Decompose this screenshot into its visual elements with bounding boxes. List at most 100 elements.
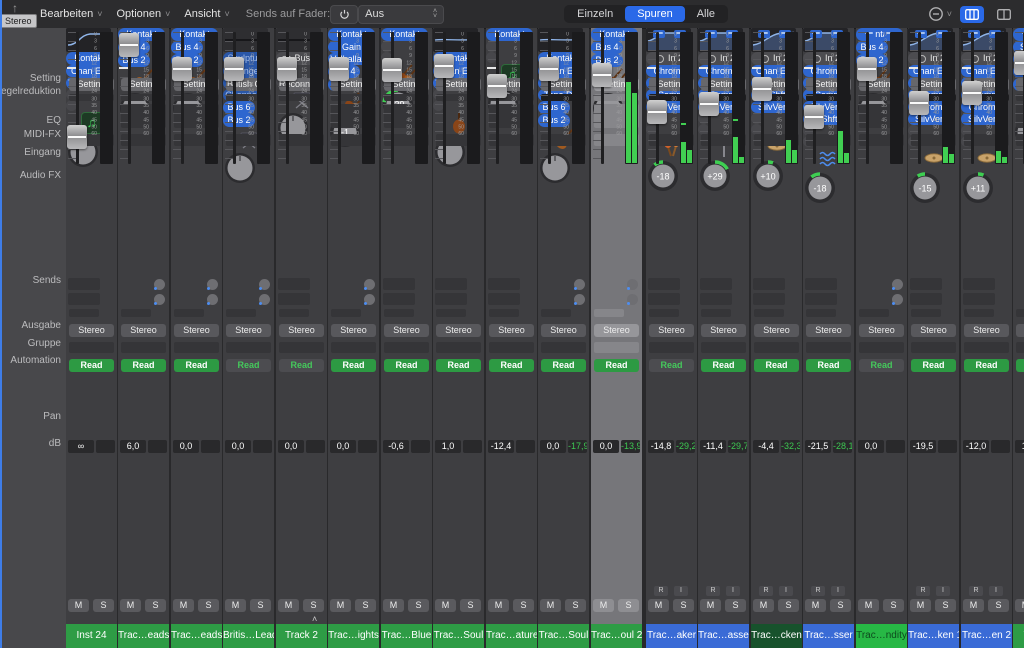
mute-button[interactable]: M: [225, 599, 246, 612]
automation-mode-button[interactable]: Read: [436, 359, 481, 372]
input-monitor-button[interactable]: I: [831, 586, 845, 596]
group-slot[interactable]: [436, 342, 481, 353]
track-name-tab[interactable]: Trac…sser: [803, 624, 854, 648]
send-slot-empty[interactable]: [910, 293, 942, 305]
group-slot[interactable]: [331, 342, 376, 353]
pan-knob[interactable]: -18: [646, 159, 680, 193]
fader-cap[interactable]: [434, 54, 454, 78]
send-slot-small[interactable]: [541, 309, 571, 317]
automation-mode-button[interactable]: Read: [226, 359, 271, 372]
automation-mode-button[interactable]: Read: [384, 359, 429, 372]
send-level-knob[interactable]: [364, 279, 375, 290]
automation-mode-button[interactable]: Read: [331, 359, 376, 372]
group-slot[interactable]: [859, 342, 904, 353]
send-slot-small[interactable]: [121, 309, 151, 317]
send-level-knob[interactable]: [364, 294, 375, 305]
track-name-tab[interactable]: Track 2: [276, 624, 327, 648]
send-slot-empty[interactable]: [488, 278, 520, 290]
send-slot-empty[interactable]: [488, 293, 520, 305]
fader-cap[interactable]: [962, 81, 982, 105]
fader-cap[interactable]: [382, 58, 402, 82]
automation-mode-button[interactable]: Read: [174, 359, 219, 372]
volume-db-value[interactable]: 0,0: [593, 440, 619, 453]
track-name-tab[interactable]: Trac…: [1013, 624, 1024, 648]
mute-button[interactable]: M: [700, 599, 721, 612]
record-enable-button[interactable]: R: [759, 586, 773, 596]
volume-db-value[interactable]: -11,4: [700, 440, 726, 453]
mute-button[interactable]: M: [120, 599, 141, 612]
automation-mode-button[interactable]: Read: [964, 359, 1009, 372]
fader-cap[interactable]: [329, 57, 349, 81]
mute-button[interactable]: M: [383, 599, 404, 612]
volume-db-value[interactable]: -0,6: [383, 440, 409, 453]
send-slot-small[interactable]: [489, 309, 519, 317]
output-button[interactable]: Stereo: [649, 324, 694, 337]
input-monitor-button[interactable]: I: [989, 586, 1003, 596]
pan-knob[interactable]: +11: [961, 171, 995, 205]
mute-button[interactable]: M: [330, 599, 351, 612]
track-name-tab[interactable]: Trac…ken 1: [908, 624, 959, 648]
send-slot-small[interactable]: [964, 309, 994, 317]
volume-db-value[interactable]: 0,0: [278, 440, 304, 453]
group-slot[interactable]: [911, 342, 956, 353]
send-level-knob[interactable]: [207, 294, 218, 305]
track-name-tab[interactable]: Trac…aker: [646, 624, 697, 648]
volume-db-value[interactable]: -12,0: [963, 440, 989, 453]
fader-cap[interactable]: [592, 63, 612, 87]
automation-mode-button[interactable]: Read: [121, 359, 166, 372]
mute-button[interactable]: M: [753, 599, 774, 612]
track-name-tab[interactable]: Trac…eads: [118, 624, 169, 648]
solo-button[interactable]: S: [988, 599, 1009, 612]
output-button[interactable]: Stereo: [489, 324, 534, 337]
send-level-knob[interactable]: [892, 294, 903, 305]
group-slot[interactable]: [806, 342, 851, 353]
send-slot-empty[interactable]: [383, 278, 415, 290]
single-pane-view-button[interactable]: [960, 6, 984, 23]
track-name-tab[interactable]: Trac…eads: [171, 624, 222, 648]
send-level-knob[interactable]: [154, 279, 165, 290]
mute-button[interactable]: M: [278, 599, 299, 612]
track-name-tab[interactable]: Trac…ights: [328, 624, 379, 648]
send-slot-small[interactable]: [384, 309, 414, 317]
fader-cap[interactable]: [487, 74, 507, 98]
volume-db-value[interactable]: 0,0: [330, 440, 356, 453]
automation-mode-button[interactable]: Read: [594, 359, 639, 372]
solo-button[interactable]: S: [250, 599, 271, 612]
fader-cap[interactable]: [804, 105, 824, 129]
mute-button[interactable]: M: [435, 599, 456, 612]
send-slot-small[interactable]: [594, 309, 624, 317]
output-button[interactable]: Stereo: [964, 324, 1009, 337]
send-slot-empty[interactable]: [700, 278, 732, 290]
send-slot-small[interactable]: [911, 309, 941, 317]
send-level-knob[interactable]: [627, 294, 638, 305]
solo-button[interactable]: S: [303, 599, 324, 612]
output-button[interactable]: Stereo: [174, 324, 219, 337]
send-slot-empty[interactable]: [753, 278, 785, 290]
automation-mode-button[interactable]: Read: [701, 359, 746, 372]
solo-button[interactable]: S: [725, 599, 746, 612]
solo-button[interactable]: S: [145, 599, 166, 612]
output-button[interactable]: Stereo: [806, 324, 851, 337]
solo-button[interactable]: S: [460, 599, 481, 612]
group-slot[interactable]: [594, 342, 639, 353]
volume-db-value[interactable]: -14,8: [648, 440, 674, 453]
track-name-tab[interactable]: Trac…ndity: [856, 624, 907, 648]
send-level-knob[interactable]: [892, 279, 903, 290]
send-slot-small[interactable]: [174, 309, 204, 317]
output-button[interactable]: Stereo: [911, 324, 956, 337]
mute-button[interactable]: M: [540, 599, 561, 612]
pan-knob[interactable]: -18: [803, 171, 837, 205]
send-slot-empty[interactable]: [963, 278, 995, 290]
solo-button[interactable]: S: [618, 599, 639, 612]
send-slot-empty[interactable]: [435, 278, 467, 290]
send-slot-small[interactable]: [436, 309, 466, 317]
mute-button[interactable]: M: [648, 599, 669, 612]
solo-button[interactable]: S: [565, 599, 586, 612]
fader-cap[interactable]: [119, 33, 139, 57]
output-button[interactable]: Stereo: [1016, 324, 1024, 337]
group-slot[interactable]: [226, 342, 271, 353]
volume-db-value[interactable]: 0,0: [173, 440, 199, 453]
send-slot-small[interactable]: [279, 309, 309, 317]
volume-db-value[interactable]: -4,4: [753, 440, 779, 453]
automation-mode-button[interactable]: Read: [911, 359, 956, 372]
